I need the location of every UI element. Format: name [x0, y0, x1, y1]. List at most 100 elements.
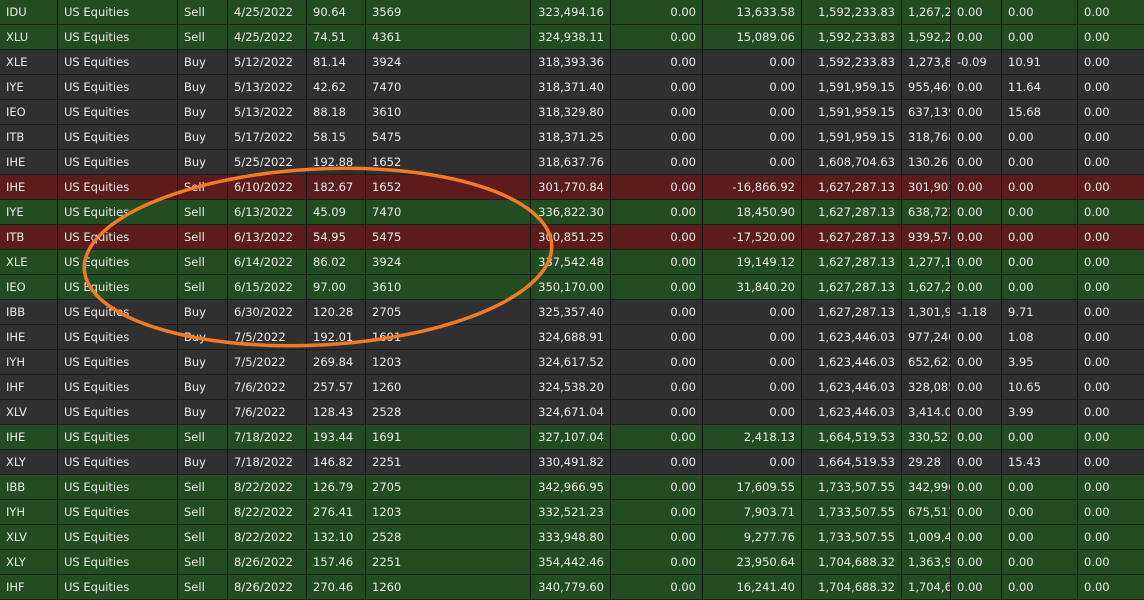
cell-date: 4/25/2022 — [227, 25, 306, 49]
table-row[interactable]: IHE US Equities Sell 6/10/2022 182.67 1652 301… — [0, 175, 1144, 200]
cell-trade-value: 323,494.16 — [530, 0, 610, 24]
cell-date: 7/5/2022 — [227, 350, 306, 374]
cell-cash: 130.26 — [901, 150, 950, 174]
table-row[interactable]: IHE US Equities Buy 5/25/2022 192.88 1652 318,… — [0, 150, 1144, 175]
cell-quantity: 5475 — [365, 125, 530, 149]
cell-col-12: 0.00 — [1001, 225, 1077, 249]
cell-side: Sell — [177, 0, 227, 24]
cell-price: 146.82 — [306, 450, 365, 474]
table-row[interactable]: IHF US Equities Sell 8/26/2022 270.46 1260 340… — [0, 575, 1144, 600]
table-row[interactable]: ITB US Equities Buy 5/17/2022 58.15 5475 318,3… — [0, 125, 1144, 150]
cell-symbol: XLY — [6, 455, 26, 469]
cell-col-12: 0.00 — [1001, 200, 1077, 224]
table-row[interactable]: XLE US Equities Buy 5/12/2022 81.14 3924 318,3… — [0, 50, 1144, 75]
cell-col-12: 3.99 — [1001, 400, 1077, 424]
cell-date: 8/22/2022 — [227, 500, 306, 524]
cell-commission: 0.00 — [610, 325, 702, 349]
cell-col-12: 10.91 — [1001, 50, 1077, 74]
cell-pnl: 13,633.58 — [702, 0, 801, 24]
cell-pnl: 0.00 — [702, 125, 801, 149]
cell-quantity: 7470 — [365, 200, 530, 224]
cell-asset-class: US Equities — [57, 375, 177, 399]
table-row[interactable]: XLY US Equities Sell 8/26/2022 157.46 2251 354… — [0, 550, 1144, 575]
cell-trade-value: 342,966.95 — [530, 475, 610, 499]
table-row[interactable]: ITB US Equities Sell 6/13/2022 54.95 5475 300,… — [0, 225, 1144, 250]
cell-trade-value: 300,851.25 — [530, 225, 610, 249]
cell-side: Buy — [177, 325, 227, 349]
cell-side: Sell — [177, 175, 227, 199]
cell-col-11: 0.00 — [950, 475, 1001, 499]
cell-cash: 3,414.06 — [901, 400, 950, 424]
cell-symbol: XLU — [6, 30, 29, 44]
cell-col-13: 0.00 — [1077, 350, 1144, 374]
cell-cash: 1,273,840.47 — [901, 50, 950, 74]
cell-price: 58.15 — [306, 125, 365, 149]
cell-cash: 330,521.10 — [901, 425, 950, 449]
table-row[interactable]: IYE US Equities Buy 5/13/2022 42.62 7470 318,3… — [0, 75, 1144, 100]
cell-date: 7/18/2022 — [227, 425, 306, 449]
cell-cash: 29.28 — [901, 450, 950, 474]
cell-commission: 0.00 — [610, 225, 702, 249]
cell-col-11: 0.00 — [950, 450, 1001, 474]
table-row[interactable]: XLV US Equities Sell 8/22/2022 132.10 2528 333… — [0, 525, 1144, 550]
cell-col-12: 0.00 — [1001, 525, 1077, 549]
cell-asset-class: US Equities — [57, 25, 177, 49]
cell-trade-value: 318,637.76 — [530, 150, 610, 174]
table-row[interactable]: IYH US Equities Sell 8/22/2022 276.41 1203 332… — [0, 500, 1144, 525]
table-row[interactable]: IBB US Equities Buy 6/30/2022 120.28 2705 325,… — [0, 300, 1144, 325]
cell-asset-class: US Equities — [57, 50, 177, 74]
cell-date: 8/26/2022 — [227, 550, 306, 574]
cell-col-12: 0.00 — [1001, 175, 1077, 199]
cell-col-13: 0.00 — [1077, 475, 1144, 499]
cell-pnl: -17,520.00 — [702, 225, 801, 249]
cell-date: 8/22/2022 — [227, 525, 306, 549]
cell-trade-value: 330,491.82 — [530, 450, 610, 474]
table-row[interactable]: IHE US Equities Sell 7/18/2022 193.44 1691 327… — [0, 425, 1144, 450]
table-row[interactable]: IDU US Equities Sell 4/25/2022 90.64 3569 323,… — [0, 0, 1144, 25]
cell-col-11: 0.00 — [950, 75, 1001, 99]
cell-price: 88.18 — [306, 100, 365, 124]
table-row[interactable]: IYH US Equities Buy 7/5/2022 269.84 1203 324,6… — [0, 350, 1144, 375]
table-row[interactable]: IEO US Equities Buy 5/13/2022 88.18 3610 318,3… — [0, 100, 1144, 125]
cell-col-12: 11.64 — [1001, 75, 1077, 99]
table-row[interactable]: XLY US Equities Buy 7/18/2022 146.82 2251 330,… — [0, 450, 1144, 475]
table-row[interactable]: IYE US Equities Sell 6/13/2022 45.09 7470 336,… — [0, 200, 1144, 225]
cell-col-12: 0.00 — [1001, 575, 1077, 599]
cell-quantity: 1691 — [365, 325, 530, 349]
cell-side: Buy — [177, 50, 227, 74]
cell-pnl: 0.00 — [702, 325, 801, 349]
cell-col-11: 0.00 — [950, 375, 1001, 399]
cell-symbol: IHF — [6, 380, 25, 394]
cell-equity: 1,704,688.32 — [801, 550, 901, 574]
table-row[interactable]: IHF US Equities Buy 7/6/2022 257.57 1260 324,5… — [0, 375, 1144, 400]
cell-side: Buy — [177, 125, 227, 149]
table-row[interactable]: IEO US Equities Sell 6/15/2022 97.00 3610 350,… — [0, 275, 1144, 300]
cell-equity: 1,591,959.15 — [801, 75, 901, 99]
cell-price: 90.64 — [306, 0, 365, 24]
cell-trade-value: 324,671.04 — [530, 400, 610, 424]
cell-side: Buy — [177, 350, 227, 374]
table-row[interactable]: IBB US Equities Sell 8/22/2022 126.79 2705 342… — [0, 475, 1144, 500]
cell-col-12: 0.00 — [1001, 250, 1077, 274]
cell-col-13: 0.00 — [1077, 100, 1144, 124]
cell-date: 8/26/2022 — [227, 575, 306, 599]
cell-pnl: 0.00 — [702, 350, 801, 374]
table-row[interactable]: XLU US Equities Sell 4/25/2022 74.51 4361 324,… — [0, 25, 1144, 50]
cell-col-12: 0.00 — [1001, 25, 1077, 49]
table-row[interactable]: XLV US Equities Buy 7/6/2022 128.43 2528 324,6… — [0, 400, 1144, 425]
cell-cash: 638,723.40 — [901, 200, 950, 224]
cell-side: Sell — [177, 425, 227, 449]
cell-cash: 1,363,908.72 — [901, 550, 950, 574]
cell-side: Buy — [177, 300, 227, 324]
cell-col-11: 0.00 — [950, 425, 1001, 449]
cell-trade-value: 333,948.80 — [530, 525, 610, 549]
cell-price: 126.79 — [306, 475, 365, 499]
table-row[interactable]: IHE US Equities Buy 7/5/2022 192.01 1691 324,6… — [0, 325, 1144, 350]
cell-col-11: 0.00 — [950, 175, 1001, 199]
cell-side: Sell — [177, 25, 227, 49]
cell-col-11: 0.00 — [950, 500, 1001, 524]
cell-col-13: 0.00 — [1077, 0, 1144, 24]
cell-equity: 1,623,446.03 — [801, 400, 901, 424]
cell-pnl: 23,950.64 — [702, 550, 801, 574]
table-row[interactable]: XLE US Equities Sell 6/14/2022 86.02 3924 337,… — [0, 250, 1144, 275]
